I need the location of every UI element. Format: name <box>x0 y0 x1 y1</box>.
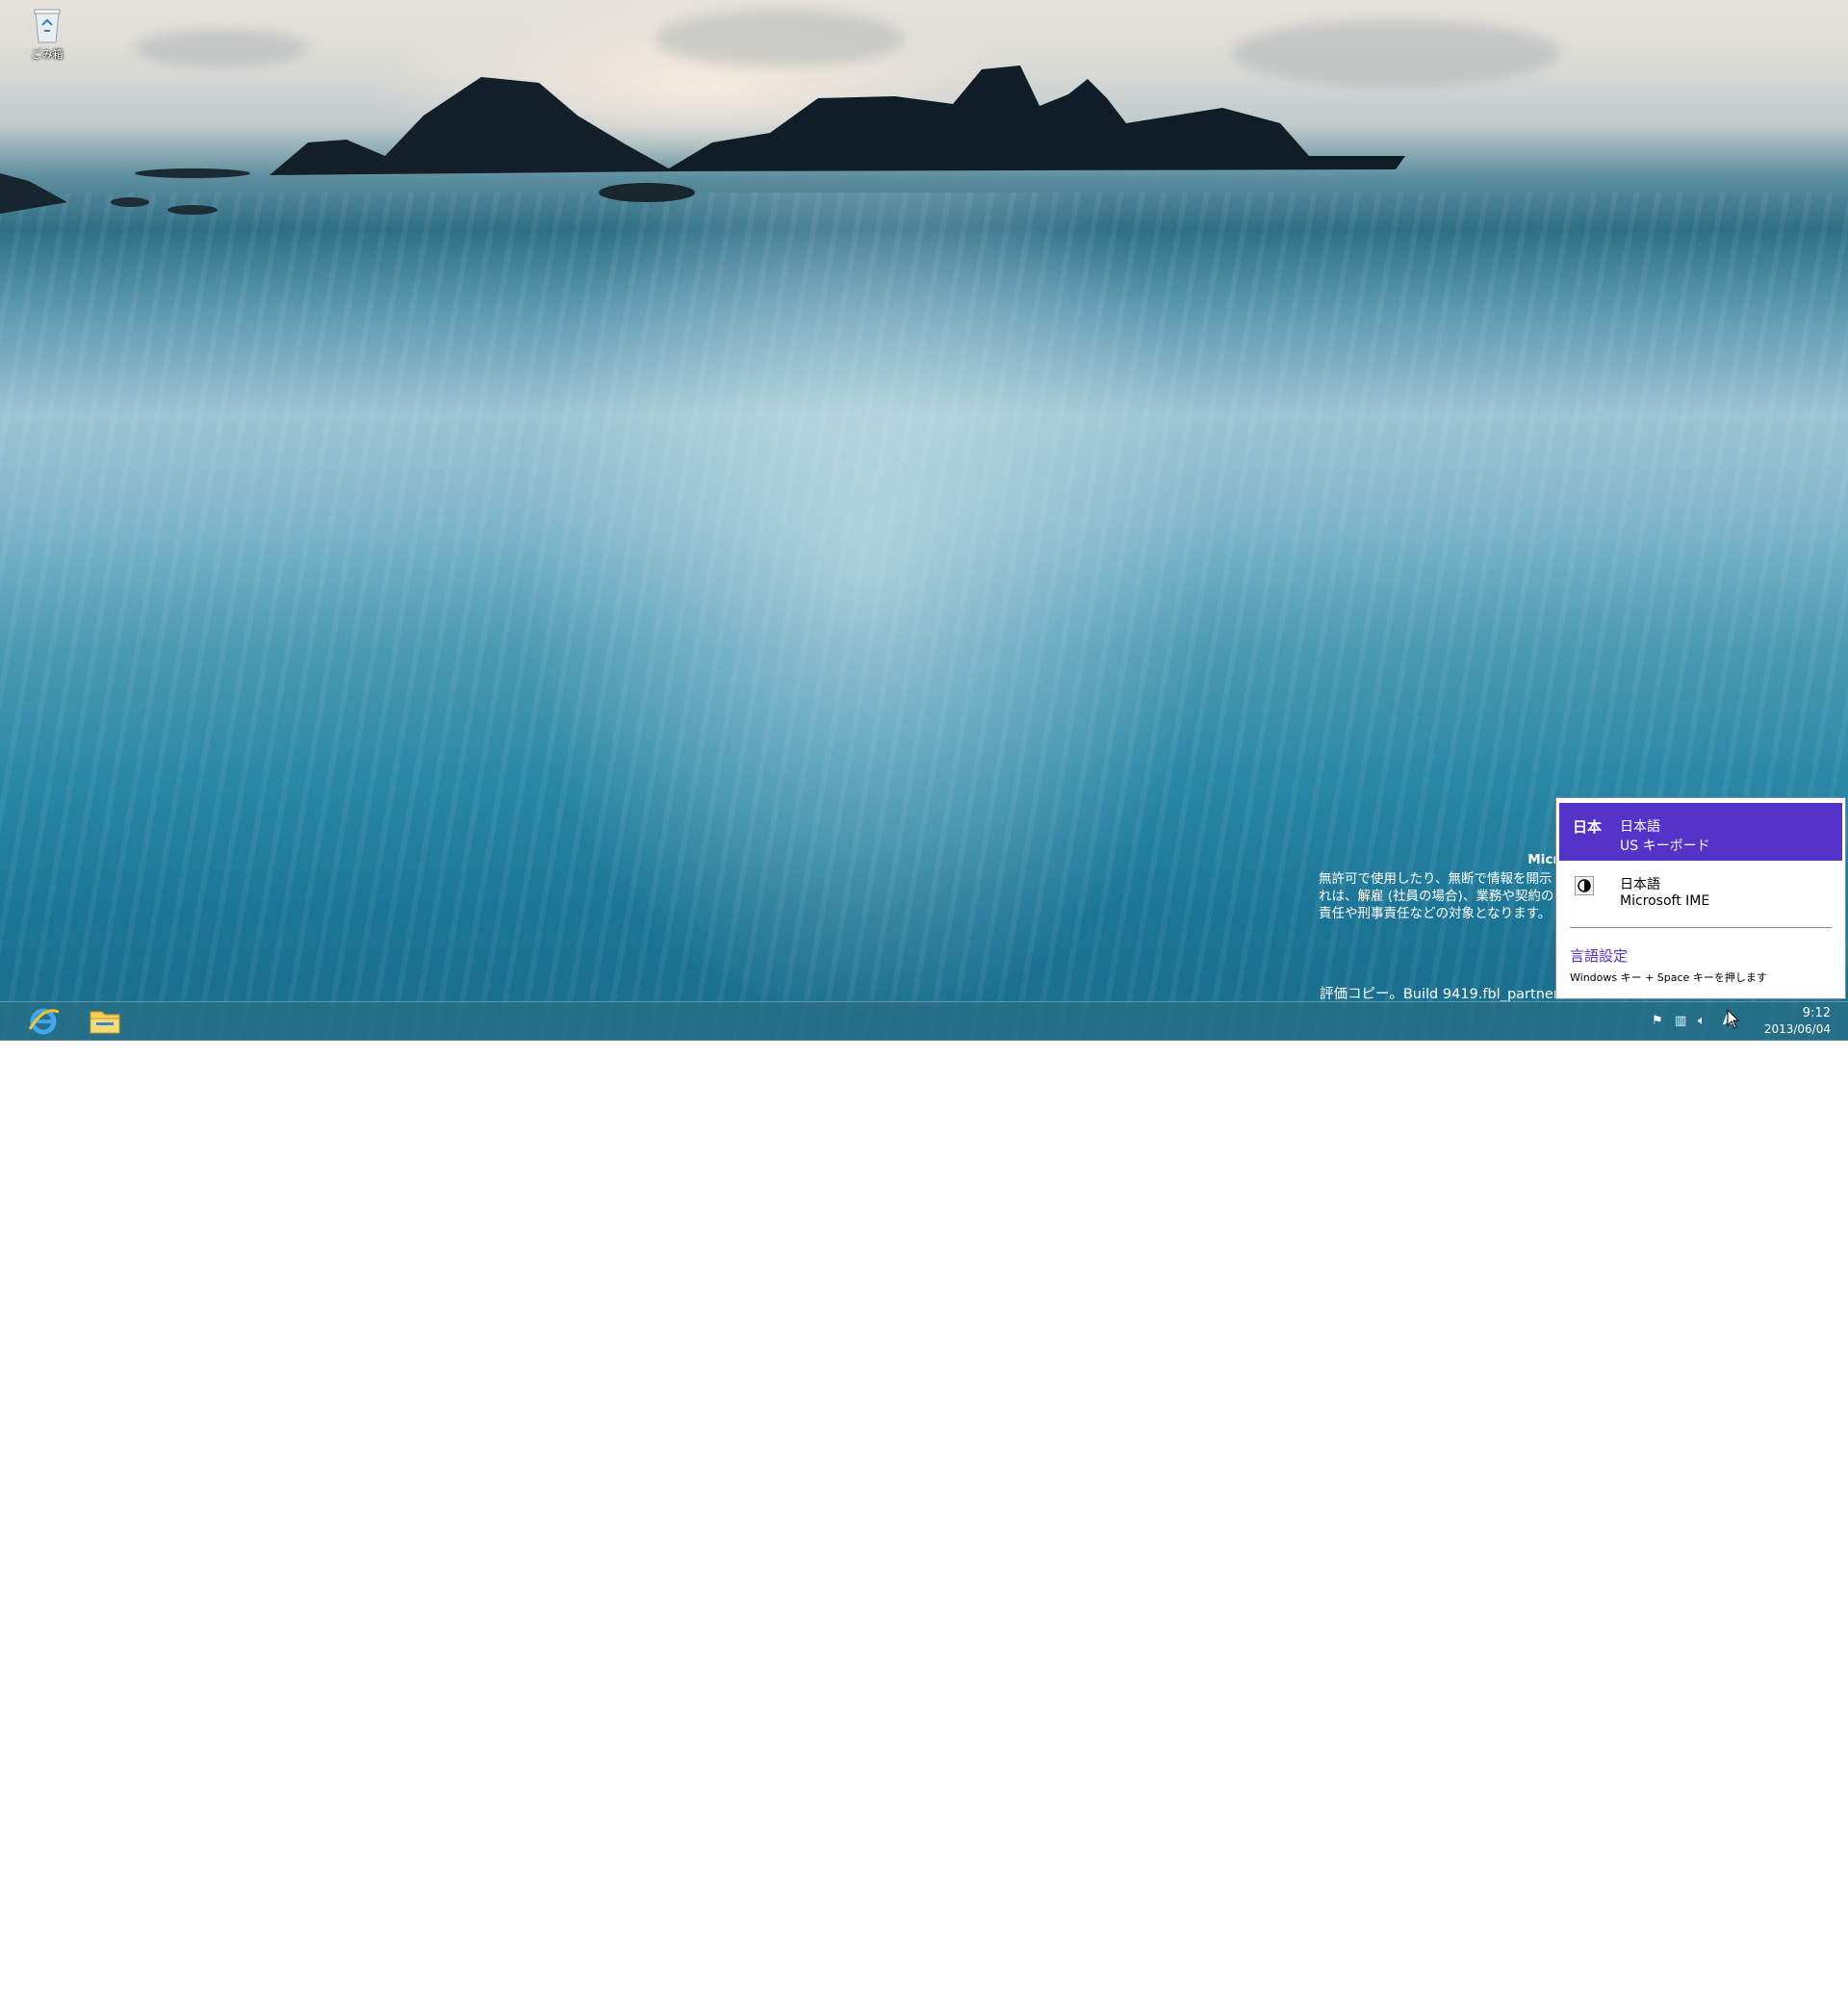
clock-time: 9:12 <box>1802 1006 1831 1020</box>
network-icon[interactable]: ▥ <box>1675 1014 1686 1028</box>
ie-icon <box>28 1008 60 1035</box>
system-clock[interactable]: 9:12 2013/06/04 <box>1764 1006 1831 1037</box>
language-name: 日本語 <box>1620 819 1660 835</box>
folder-icon <box>90 1011 120 1034</box>
recycle-bin-icon <box>33 6 62 44</box>
language-name: 日本語 <box>1620 877 1660 892</box>
sea-rocks <box>0 65 1405 215</box>
brand-watermark: The Collection Book <box>1609 1996 1772 2015</box>
watermark-line: 責任や刑事責任などの対象となります。 <box>1319 906 1552 921</box>
language-settings-link[interactable]: 言語設定 <box>1570 945 1628 966</box>
watermark-line: れは、解雇 (社員の場合)、業務や契約の <box>1319 889 1554 904</box>
taskbar-file-explorer[interactable] <box>75 1002 135 1041</box>
language-item-us-keyboard[interactable]: 日本 日本語 US キーボード <box>1559 803 1842 861</box>
ime-mode-icon <box>1575 876 1594 895</box>
keyboard-name: Microsoft IME <box>1620 893 1710 909</box>
language-flyout: 日本 日本語 US キーボード 日本語 Microsoft IME 言語設定 W… <box>1555 797 1846 999</box>
build-watermark: 評価コピー。Build 9419.fbl_partner. <box>1320 987 1560 1002</box>
watermark-title: Micr <box>1527 852 1559 867</box>
watermark-line: 無許可で使用したり、無断で情報を開示 <box>1319 871 1553 887</box>
flag-icon[interactable]: ⚑ <box>1652 1014 1663 1028</box>
recycle-bin-label: ごみ箱 <box>31 48 64 61</box>
taskbar-internet-explorer[interactable] <box>13 1002 73 1041</box>
keyboard-name: US キーボード <box>1620 839 1710 854</box>
language-item-microsoft-ime[interactable]: 日本語 Microsoft IME <box>1559 861 1842 918</box>
language-abbr: 日本 <box>1573 818 1603 836</box>
switch-hint: Windows キー + Space キーを押します <box>1570 971 1767 984</box>
recycle-bin[interactable]: ごみ箱 <box>19 6 75 62</box>
flyout-divider <box>1570 927 1832 928</box>
evaluation-watermark: Micr 無許可で使用したり、無断で情報を開示 れは、解雇 (社員の場合)、業務… <box>1319 851 1559 922</box>
clock-date: 2013/06/04 <box>1763 1022 1831 1036</box>
volume-icon[interactable]: 🔈︎ <box>1698 1014 1706 1028</box>
taskbar: The Collection Book ⚑ ▥ 🔈︎ A 9:12 2013/0… <box>0 1001 1848 2015</box>
mouse-cursor-icon <box>1727 1009 1740 1029</box>
